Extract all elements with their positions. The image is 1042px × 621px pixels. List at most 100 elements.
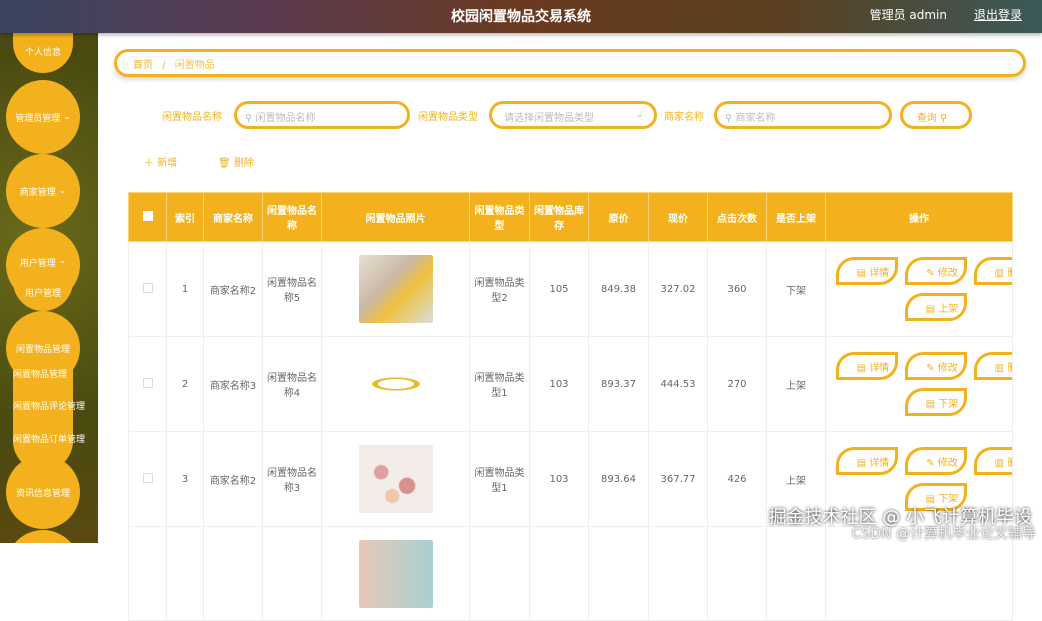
delete-row-button[interactable]: ▥ 删除 — [974, 447, 1012, 475]
table-header: 索引 商家名称 闲置物品名称 闲置物品照片 闲置物品类型 闲置物品库存 原价 现… — [128, 192, 1013, 242]
col-orig-price: 原价 — [588, 192, 649, 242]
query-button[interactable]: 查询 ⚲ — [900, 101, 972, 129]
top-bar: 校园闲置物品交易系统 管理员 admin 退出登录 — [0, 0, 1042, 33]
cell-clicks: 426 — [707, 431, 767, 527]
cell-actions: ▤ 详情 ✎ 修改 ▥ 删除 ▤ 下架 — [825, 336, 1013, 432]
cell-price: 444.53 — [648, 336, 708, 432]
goods-photo[interactable] — [358, 445, 433, 513]
cell-orig-price: 849.38 — [588, 241, 649, 337]
chevron-down-icon: ⌄ — [635, 109, 644, 120]
select-all-checkbox[interactable] — [128, 192, 167, 242]
delete-row-button[interactable]: ▥ 删除 — [974, 257, 1012, 285]
doc-icon: ▤ — [925, 399, 936, 410]
delete-label: 删除 — [233, 158, 254, 169]
table-row: 1 商家名称2 闲置物品名称5 闲置物品类型2 105 849.38 327.0… — [128, 241, 1013, 337]
merchant-label: 商家名称 — [664, 112, 704, 123]
type-placeholder: 请选择闲置物品类型 — [504, 113, 594, 124]
sidebar-item-merchant[interactable]: 商家管理 ⌄ — [6, 154, 80, 228]
trash-icon: ▥ — [994, 363, 1005, 374]
search-icon: ⚲ — [245, 113, 253, 124]
pencil-icon: ✎ — [926, 268, 935, 279]
cell-price: 367.77 — [648, 431, 708, 527]
row-checkbox[interactable] — [128, 431, 167, 527]
detail-button[interactable]: ▤ 详情 — [836, 352, 898, 380]
row-checkbox[interactable] — [128, 241, 167, 337]
delete-button[interactable]: 🗑 删除 — [218, 154, 254, 169]
cell-clicks: 270 — [707, 336, 767, 432]
cell-merchant: 商家名称2 — [203, 431, 263, 527]
row-checkbox[interactable] — [128, 336, 167, 432]
current-user: 管理员 admin — [869, 8, 947, 22]
name-input[interactable]: ⚲ 闲置物品名称 — [234, 101, 410, 129]
cell-name: 闲置物品名称4 — [262, 336, 322, 432]
name-label: 闲置物品名称 — [162, 112, 222, 123]
merchant-input[interactable]: ⚲ 商家名称 — [714, 101, 892, 129]
col-clicks: 点击次数 — [707, 192, 767, 242]
edit-button[interactable]: ✎ 修改 — [905, 447, 967, 475]
col-photo: 闲置物品照片 — [321, 192, 470, 242]
edit-label: 修改 — [937, 268, 958, 279]
cell-actions: ▤ 详情 ✎ 修改 ▥ 删除 ▤ 上架 — [825, 241, 1013, 337]
cell-merchant: 商家名称2 — [203, 241, 263, 337]
toggle-shelf-label: 下架 — [938, 399, 959, 410]
sidebar-item-admin[interactable]: 管理员管理 ⌄ — [6, 80, 80, 154]
detail-button[interactable]: ▤ 详情 — [836, 257, 898, 285]
cell-orig-price: 893.64 — [588, 431, 649, 527]
breadcrumb-separator: / — [162, 60, 166, 71]
sidebar-subitem-goods[interactable]: 闲置物品管理 — [13, 367, 67, 380]
cell-name: 闲置物品名称5 — [262, 241, 322, 337]
trash-icon: ▥ — [994, 458, 1005, 469]
sidebar-subitem-comments[interactable]: 闲置物品评论管理 — [13, 399, 85, 412]
main-content: 首页 / 闲置物品 闲置物品名称 ⚲ 闲置物品名称 闲置物品类型 请选择闲置物品… — [98, 33, 1042, 621]
logout-link[interactable]: 退出登录 — [974, 6, 1022, 23]
cell-price: 327.02 — [648, 241, 708, 337]
pencil-icon: ✎ — [926, 458, 935, 469]
col-price: 现价 — [648, 192, 708, 242]
cell-stock: 105 — [529, 241, 589, 337]
query-label: 查询 — [916, 113, 937, 124]
cell-status: 下架 — [766, 241, 826, 337]
col-stock: 闲置物品库存 — [529, 192, 589, 242]
col-name: 闲置物品名称 — [262, 192, 322, 242]
toggle-shelf-button[interactable]: ▤ 下架 — [905, 388, 967, 416]
watermark-sub: CSDN @计算机毕业论文辅导 — [851, 526, 1036, 542]
breadcrumb-home[interactable]: 首页 — [133, 60, 153, 71]
add-button[interactable]: ＋ 新增 — [144, 154, 177, 169]
plus-icon: ＋ — [144, 158, 154, 169]
type-select[interactable]: 请选择闲置物品类型 ⌄ — [489, 101, 657, 129]
cell-photo — [321, 336, 470, 432]
delete-row-label: 删除 — [1007, 458, 1012, 469]
type-label: 闲置物品类型 — [418, 112, 478, 123]
edit-button[interactable]: ✎ 修改 — [905, 257, 967, 285]
sidebar-item-profile[interactable]: 个人信息 — [13, 33, 73, 73]
detail-label: 详情 — [869, 363, 890, 374]
cell-type: 闲置物品类型2 — [469, 241, 530, 337]
detail-label: 详情 — [869, 268, 890, 279]
search-icon: ⚲ — [725, 113, 733, 124]
goods-table: 索引 商家名称 闲置物品名称 闲置物品照片 闲置物品类型 闲置物品库存 原价 现… — [128, 192, 1013, 621]
sidebar-item-more[interactable] — [6, 530, 80, 543]
edit-button[interactable]: ✎ 修改 — [905, 352, 967, 380]
cell-type: 闲置物品类型1 — [469, 336, 530, 432]
col-actions: 操作 — [825, 192, 1013, 242]
cell-merchant: 商家名称3 — [203, 336, 263, 432]
goods-photo[interactable] — [358, 539, 433, 608]
cell-name: 闲置物品名称3 — [262, 431, 322, 527]
goods-photo[interactable] — [358, 255, 433, 323]
pencil-icon: ✎ — [926, 363, 935, 374]
cell-clicks: 360 — [707, 241, 767, 337]
sidebar-item-news[interactable]: 资讯信息管理 — [6, 455, 80, 529]
goods-photo[interactable] — [358, 350, 433, 418]
toggle-shelf-button[interactable]: ▤ 上架 — [905, 293, 967, 321]
col-type: 闲置物品类型 — [469, 192, 530, 242]
sidebar-subitem-user[interactable]: 用户管理 — [13, 281, 73, 311]
add-label: 新增 — [157, 158, 178, 169]
sidebar-subitem-orders[interactable]: 闲置物品订单管理 — [13, 432, 85, 445]
cell-status: 上架 — [766, 336, 826, 432]
edit-label: 修改 — [937, 458, 958, 469]
trash-icon: ▥ — [994, 268, 1005, 279]
detail-button[interactable]: ▤ 详情 — [836, 447, 898, 475]
cell-stock: 103 — [529, 431, 589, 527]
col-index: 索引 — [166, 192, 204, 242]
delete-row-button[interactable]: ▥ 删除 — [974, 352, 1012, 380]
